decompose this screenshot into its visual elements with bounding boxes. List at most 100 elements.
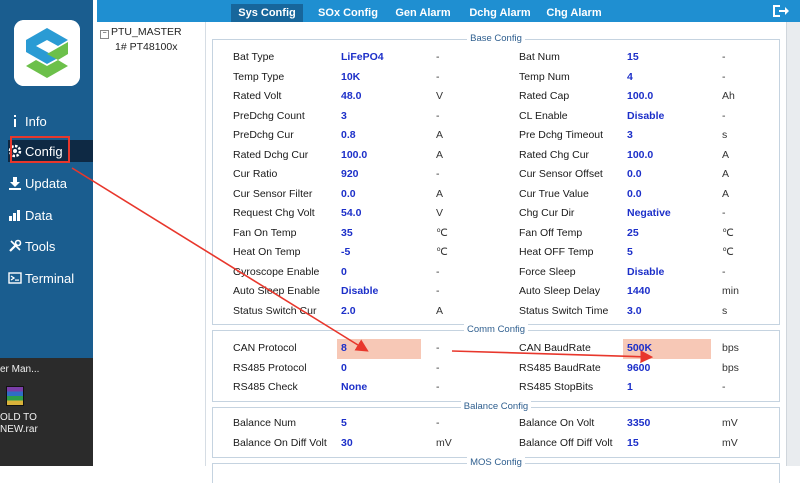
balance-on-diff-volt-value[interactable]: 30 [337,434,421,454]
rs485-stopbits-value[interactable]: 1 [623,378,711,398]
predchg-count-unit: - [436,109,440,122]
balance-off-diff-volt-value[interactable]: 15 [623,434,711,454]
config-row: Temp Type 10K - Temp Num 4- [213,68,779,88]
heat-off-temp-value[interactable]: 5 [623,243,711,263]
tools-icon [8,239,22,253]
status-switch-cur-value[interactable]: 2.0 [337,302,421,322]
bat-type-unit: - [436,51,440,63]
tab-sox-config[interactable]: SOx Config [309,4,387,22]
can-baudrate-value[interactable]: 500K [623,339,711,359]
gyroscope-enable-value[interactable]: 0 [337,263,421,283]
tree-node-root[interactable]: − PTU_MASTER [100,26,182,39]
tab-gen-alarm[interactable]: Gen Alarm [389,4,457,22]
tab-chg-alarm[interactable]: Chg Alarm [541,4,607,22]
section-title: MOS Config [467,457,525,468]
chg-cur-dir-value[interactable]: Negative [623,204,711,224]
desktop-icon-label: OLD TO [0,412,37,423]
rated-cap-value[interactable]: 100.0 [623,87,711,107]
temp-num-value[interactable]: 4 [623,68,711,88]
rated-dchg-cur-value[interactable]: 100.0 [337,146,421,166]
heat-on-temp-value[interactable]: -5 [337,243,421,263]
rs485-check-value[interactable]: None [337,378,421,398]
rs485-baudrate-unit: bps [722,361,739,374]
cl-enable-unit: - [722,109,726,122]
predchg-count-value[interactable]: 3 [337,107,421,127]
rated-volt-value[interactable]: 48.0 [337,87,421,107]
winrar-archive-icon[interactable] [6,386,24,406]
rated-cap-label: Rated Cap [519,90,570,102]
pre-dchg-timeout-value[interactable]: 3 [623,126,711,146]
fan-on-temp-unit: ℃ [436,226,448,239]
rated-volt-label: Rated Volt [233,90,282,102]
predchg-cur-unit: A [436,129,444,141]
sidebar-item-data[interactable]: Data [8,204,52,226]
balance-num-label: Balance Num [233,417,297,429]
bat-type-value[interactable]: LiFePO4 [337,48,421,68]
config-row: Balance On Diff Volt 30 mV Balance Off Diff… [213,434,779,454]
auto-sleep-enable-value[interactable]: Disable [337,282,421,302]
status-switch-cur-label: Status Switch Cur [233,304,317,317]
bat-num-value[interactable]: 15 [623,48,711,68]
rs485-stopbits-unit: - [722,381,726,393]
sidebar-item-terminal[interactable]: Terminal [8,267,74,289]
rs485-protocol-unit: - [436,361,440,374]
rs485-baudrate-value[interactable]: 9600 [623,359,711,379]
mos-config-section: MOS Config [212,457,780,483]
balance-off-diff-volt-label: Balance Off Diff Volt [519,436,613,449]
fan-on-temp-label: Fan On Temp [233,226,297,239]
section-title: Base Config [467,33,525,44]
gyroscope-enable-label: Gyroscope Enable [233,265,320,278]
bat-num-unit: - [722,51,726,63]
predchg-cur-label: PreDchg Cur [233,129,294,141]
exit-icon[interactable] [772,3,790,19]
section-title: Balance Config [460,401,532,412]
request-chg-volt-value[interactable]: 54.0 [337,204,421,224]
cl-enable-value[interactable]: Disable [623,107,711,127]
sidebar-item-info[interactable]: Info [8,110,47,132]
cur-true-value-value[interactable]: 0.0 [623,185,711,205]
auto-sleep-delay-value[interactable]: 1440 [623,282,711,302]
config-row: Bat Type LiFePO4- Bat Num 15- [213,48,779,68]
tab-sys-config[interactable]: Sys Config [231,4,303,22]
rs485-check-label: RS485 Check [233,381,298,393]
collapse-icon[interactable]: − [100,30,109,39]
sidebar-item-update[interactable]: Updata [8,172,67,194]
tab-dchg-alarm[interactable]: Dchg Alarm [463,4,537,22]
temp-type-value[interactable]: 10K [337,68,421,88]
cur-true-value-label: Cur True Value [519,187,589,200]
force-sleep-value[interactable]: Disable [623,263,711,283]
predchg-count-label: PreDchg Count [233,109,305,122]
tree-node-device[interactable]: 1# PT48100x [115,41,177,53]
sidebar-item-tools[interactable]: Tools [8,235,55,257]
section-title: Comm Config [463,324,529,335]
device-tree: − PTU_MASTER 1# PT48100x [97,22,206,466]
heat-off-temp-label: Heat OFF Temp [519,246,594,258]
balance-on-volt-value[interactable]: 3350 [623,414,711,434]
vertical-scrollbar[interactable] [786,22,800,466]
config-row: Balance Num 5 - Balance On Volt 3350 mV [213,414,779,434]
tab-bar: Sys Config SOx Config Gen Alarm Dchg Ala… [97,0,800,22]
can-baudrate-unit: bps [722,342,739,354]
sidebar-item-label: Info [25,113,47,129]
cur-sensor-offset-value[interactable]: 0.0 [623,165,711,185]
fan-off-temp-value[interactable]: 25 [623,224,711,244]
auto-sleep-enable-label: Auto Sleep Enable [233,285,320,297]
rs485-protocol-value[interactable]: 0 [337,359,421,379]
predchg-cur-value[interactable]: 0.8 [337,126,421,146]
cur-ratio-label: Cur Ratio [233,168,278,180]
config-row: RS485 Protocol 0 - RS485 BaudRate 9600 bps [213,359,779,379]
config-row: Auto Sleep Enable Disable - Auto Sleep Dela… [213,282,779,302]
balance-num-unit: - [436,417,440,429]
chg-cur-dir-label: Chg Cur Dir [519,207,575,219]
fan-on-temp-value[interactable]: 35 [337,224,421,244]
can-protocol-label: CAN Protocol [233,342,297,354]
cur-sensor-offset-unit: A [722,168,730,180]
balance-num-value[interactable]: 5 [337,414,421,434]
balance-on-volt-label: Balance On Volt [519,417,595,429]
cur-ratio-value[interactable]: 920 [337,165,421,185]
status-switch-time-value[interactable]: 3.0 [623,302,711,322]
can-protocol-value[interactable]: 8 [337,339,421,359]
cur-sensor-filter-value[interactable]: 0.0 [337,185,421,205]
config-row: Cur Sensor Filter 0.0 A Cur True Value 0.0 A [213,185,779,205]
rated-chg-cur-value[interactable]: 100.0 [623,146,711,166]
